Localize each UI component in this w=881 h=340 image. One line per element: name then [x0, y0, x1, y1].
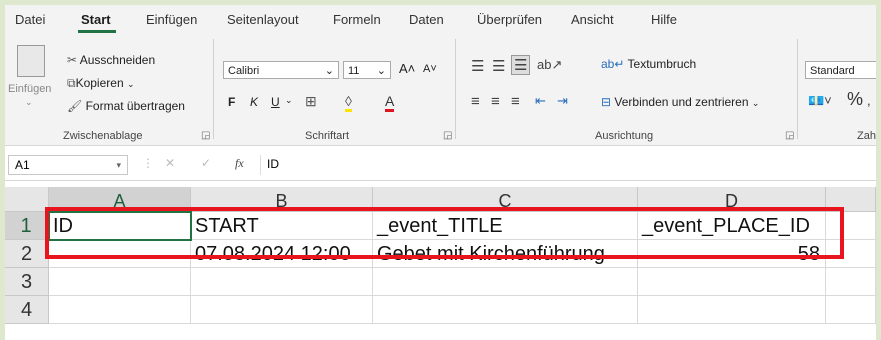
dialog-launcher-icon[interactable]: ◲	[785, 130, 794, 141]
group-separator	[797, 39, 798, 139]
dialog-launcher-icon[interactable]: ◲	[201, 130, 210, 141]
group-label-clipboard: Zwischenablage	[63, 130, 143, 142]
paste-icon[interactable]	[17, 45, 45, 77]
font-size-select[interactable]: 11 ⌄	[343, 61, 391, 79]
tab-formeln[interactable]: Formeln	[333, 12, 381, 27]
currency-icon[interactable]: 💶˅	[808, 93, 832, 109]
align-center-icon[interactable]: ≡	[491, 93, 500, 110]
scissors-icon: ✂	[67, 53, 78, 67]
formula-bar-divider	[260, 155, 261, 175]
align-left-icon[interactable]: ≡	[471, 93, 480, 110]
border-icon[interactable]: ⊞	[305, 93, 317, 110]
copy-button[interactable]: ⧉Kopieren ⌄	[67, 76, 135, 91]
cancel-icon[interactable]: ✕	[165, 156, 175, 170]
chevron-down-icon: ▾	[116, 160, 121, 170]
cell-b3[interactable]	[191, 268, 373, 296]
shrink-font-icon[interactable]: A˅	[423, 63, 437, 75]
brush-icon: 🖌	[67, 99, 83, 113]
group-label-number: Zah	[857, 130, 876, 142]
group-separator	[213, 39, 214, 139]
formula-input[interactable]: ID	[267, 157, 279, 171]
select-all-corner[interactable]	[5, 187, 49, 212]
grow-font-icon[interactable]: A˄	[399, 61, 415, 76]
align-right-icon[interactable]: ≡	[511, 93, 520, 110]
align-bottom-icon[interactable]: ☰	[511, 55, 531, 75]
cell-d3[interactable]	[638, 268, 826, 296]
enter-icon[interactable]: ✓	[201, 156, 211, 170]
increase-indent-icon[interactable]: ⇥	[557, 93, 568, 109]
group-label-alignment: Ausrichtung	[595, 130, 654, 142]
align-top-icon[interactable]: ☰	[471, 57, 484, 75]
tab-ansicht[interactable]: Ansicht	[571, 12, 614, 27]
decrease-indent-icon[interactable]: ⇤	[535, 93, 546, 109]
row-header-4[interactable]: 4	[5, 296, 49, 324]
row-header-3[interactable]: 3	[5, 268, 49, 296]
ribbon: Einfügen ⌄ ✂ Ausschneiden ⧉Kopieren ⌄ 🖌 …	[5, 33, 876, 146]
cell-b4[interactable]	[191, 296, 373, 324]
tab-einfuegen[interactable]: Einfügen	[146, 12, 197, 27]
chevron-down-icon: ⌄	[376, 65, 386, 77]
cell-a3[interactable]	[49, 268, 191, 296]
dialog-launcher-icon[interactable]: ◲	[443, 130, 452, 141]
chevron-down-icon[interactable]: ⌄	[285, 95, 293, 106]
formula-bar: A1 ▾ ⋮ ✕ ✓ fx ID	[5, 150, 876, 181]
number-format-select[interactable]: Standard	[805, 61, 876, 79]
font-name-select[interactable]: Calibri ⌄	[223, 61, 339, 79]
percent-button[interactable]: %	[847, 89, 863, 110]
row-header-1[interactable]: 1	[5, 212, 49, 240]
chevron-down-icon[interactable]: ⌄	[25, 97, 33, 108]
paste-button[interactable]: Einfügen	[8, 83, 51, 95]
cell-c4[interactable]	[373, 296, 638, 324]
format-painter-label: Format übertragen	[85, 99, 185, 113]
cut-button[interactable]: ✂ Ausschneiden	[67, 53, 155, 67]
tab-ueberpruefen[interactable]: Überprüfen	[477, 12, 542, 27]
cell-e4[interactable]	[826, 296, 876, 324]
font-color-button[interactable]: A	[385, 93, 395, 112]
wrap-text-button[interactable]: ab↵ Textumbruch	[601, 57, 696, 71]
merge-icon: ⊟	[601, 95, 612, 109]
merge-center-label: Verbinden und zentrieren	[614, 95, 749, 109]
cell-a4[interactable]	[49, 296, 191, 324]
copy-icon: ⧉	[67, 76, 76, 90]
tab-seitenlayout[interactable]: Seitenlayout	[227, 12, 299, 27]
cell-e3[interactable]	[826, 268, 876, 296]
insert-function-button[interactable]: fx	[235, 156, 244, 171]
cell-d4[interactable]	[638, 296, 826, 324]
tab-daten[interactable]: Daten	[409, 12, 444, 27]
group-separator	[455, 39, 456, 139]
copy-label: Kopieren	[75, 76, 124, 90]
ribbon-tabs: Datei Start Einfügen Seitenlayout Formel…	[5, 5, 876, 33]
italic-button[interactable]: K	[250, 95, 258, 109]
excel-window: Datei Start Einfügen Seitenlayout Formel…	[5, 5, 876, 340]
name-box[interactable]: A1 ▾	[8, 155, 128, 175]
merge-center-button[interactable]: ⊟ Verbinden und zentrieren ⌄	[601, 95, 759, 109]
name-box-value: A1	[15, 158, 30, 172]
align-middle-icon[interactable]: ☰	[492, 57, 505, 75]
tab-hilfe[interactable]: Hilfe	[651, 12, 677, 27]
cell-c3[interactable]	[373, 268, 638, 296]
font-size-value: 11	[348, 65, 360, 77]
fill-color-icon[interactable]: ◊	[345, 93, 352, 112]
tab-start[interactable]: Start	[81, 12, 111, 27]
format-painter-button[interactable]: 🖌 Format übertragen	[67, 99, 185, 113]
underline-button[interactable]: U	[271, 95, 280, 109]
comma-style-icon[interactable]: ,	[867, 93, 871, 108]
wrap-text-icon: ab↵	[601, 57, 625, 71]
chevron-down-icon: ⌄	[324, 65, 334, 77]
chevron-down-icon: ⌄	[126, 79, 135, 89]
bold-button[interactable]: F	[228, 95, 235, 109]
chevron-down-icon: ⌄	[751, 98, 760, 108]
group-label-font: Schriftart	[305, 130, 350, 142]
font-name-value: Calibri	[228, 65, 260, 77]
cut-label: Ausschneiden	[79, 53, 156, 67]
tab-datei[interactable]: Datei	[15, 12, 45, 27]
wrap-text-label: Textumbruch	[627, 57, 697, 71]
row-header-2[interactable]: 2	[5, 240, 49, 268]
annotation-highlight-box	[45, 207, 844, 259]
orientation-icon[interactable]: ab↗	[537, 57, 562, 73]
more-options-icon: ⋮	[142, 156, 154, 170]
